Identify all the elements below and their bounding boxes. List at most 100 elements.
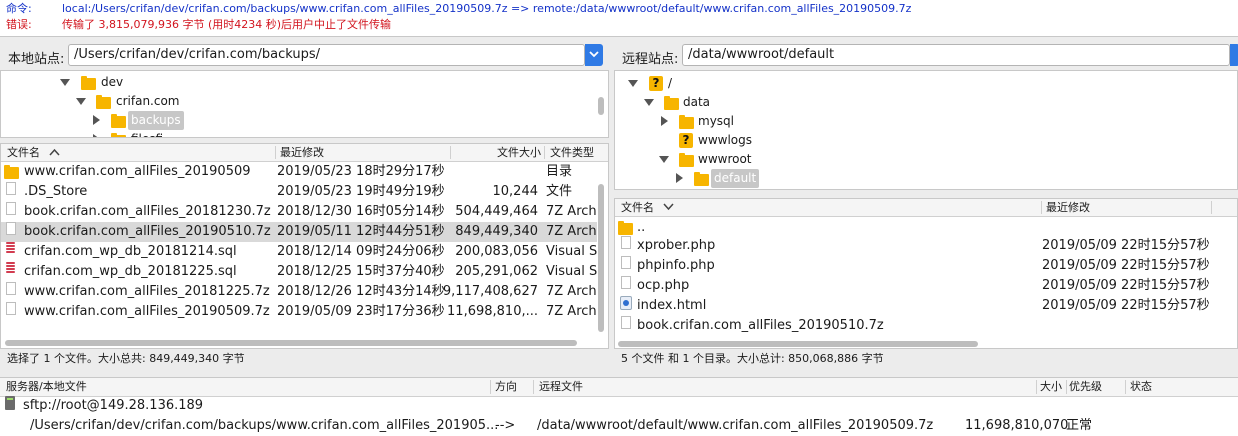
collapse-triangle-icon[interactable]	[659, 156, 669, 163]
file-modified: 2019/05/09 22时15分57秒	[1042, 258, 1210, 273]
file-row[interactable]: www.crifan.com_allFiles_20181225.7z 2018…	[1, 282, 597, 302]
transfer-queue[interactable]: 服务器/本地文件 方向 远程文件 大小 优先级 状态 sftp://root@1…	[0, 377, 1238, 436]
tree-item-crifan-com[interactable]: crifan.com	[1, 92, 601, 111]
remote-file-list[interactable]: 文件名 最近修改 .. xprober.php 2019/05/09 22时15…	[614, 198, 1238, 349]
remote-site-path-input[interactable]: /data/wwwroot/default	[682, 44, 1230, 66]
queue-column-size[interactable]: 大小	[1040, 378, 1062, 396]
local-tree-scrollbar[interactable]	[598, 97, 604, 115]
remote-directory-tree[interactable]: ? / data mysql ? wwwlogs wwwroot default	[614, 70, 1238, 190]
file-size: 504,449,464	[455, 204, 538, 219]
local-site-dropdown-button[interactable]	[585, 44, 603, 66]
file-name: book.crifan.com_allFiles_20190510.7z	[637, 318, 884, 333]
queue-item-remote: /data/wwwroot/default/www.crifan.com_all…	[537, 418, 934, 433]
file-size: 10,244	[492, 184, 539, 199]
column-header-size[interactable]: 文件大小	[497, 144, 541, 161]
sort-descending-icon	[663, 203, 674, 211]
tree-item-dev[interactable]: dev	[1, 73, 601, 92]
file-size: 200,083,056	[455, 244, 538, 259]
tree-item-data[interactable]: data	[615, 93, 1235, 112]
tree-item-mysql[interactable]: mysql	[615, 112, 1235, 131]
local-site-bar: 本地站点: /Users/crifan/dev/crifan.com/backu…	[0, 44, 608, 70]
tree-item-root[interactable]: ? /	[615, 74, 1235, 93]
file-icon	[6, 282, 16, 295]
local-directory-tree[interactable]: dev crifan.com backups filesfi	[0, 70, 609, 138]
file-row[interactable]: crifan.com_wp_db_20181225.sql 2018/12/25…	[1, 262, 597, 282]
file-row-selected[interactable]: book.crifan.com_allFiles_20190510.7z 201…	[1, 222, 597, 242]
tree-item-wwwlogs[interactable]: ? wwwlogs	[615, 131, 1235, 150]
remote-list-horizontal-scrollbar[interactable]	[618, 341, 978, 347]
column-header-filename[interactable]: 文件名	[7, 144, 60, 161]
tree-item-wwwroot[interactable]: wwwroot	[615, 150, 1235, 169]
folder-icon	[4, 165, 19, 179]
file-row[interactable]: www.crifan.com_allFiles_20190509.7z 2019…	[1, 302, 597, 322]
column-header-label: 文件名	[621, 201, 654, 214]
collapse-triangle-icon[interactable]	[76, 98, 86, 105]
expand-triangle-icon[interactable]	[93, 115, 100, 125]
file-icon	[6, 202, 16, 215]
tree-item-filesfi[interactable]: filesfi	[1, 130, 601, 137]
local-list-vertical-scrollbar[interactable]	[598, 184, 604, 332]
file-modified: 2018/12/26 12时43分14秒	[277, 284, 445, 299]
collapse-triangle-icon[interactable]	[644, 99, 654, 106]
file-icon	[621, 276, 631, 289]
expand-triangle-icon[interactable]	[661, 116, 668, 126]
local-site-path-input[interactable]: /Users/crifan/dev/crifan.com/backups/	[68, 44, 585, 66]
file-row[interactable]: .DS_Store 2019/05/23 19时49分19秒 10,244 文件	[1, 182, 597, 202]
file-row[interactable]: book.crifan.com_allFiles_20181230.7z 201…	[1, 202, 597, 222]
collapse-triangle-icon[interactable]	[628, 80, 638, 87]
folder-icon	[81, 76, 96, 90]
folder-icon	[679, 115, 694, 129]
unknown-folder-icon: ?	[679, 133, 693, 148]
column-header-modified[interactable]: 最近修改	[280, 144, 324, 161]
expand-triangle-icon[interactable]	[676, 173, 683, 183]
tree-item-label: data	[683, 95, 711, 109]
tree-item-label: default	[711, 169, 760, 188]
file-icon	[6, 302, 16, 315]
file-icon	[6, 222, 16, 235]
local-file-list[interactable]: 文件名 最近修改 文件大小 文件类型 www.crifan.com_allFil…	[0, 143, 609, 349]
file-row[interactable]: ..	[615, 218, 1235, 238]
queue-column-status[interactable]: 状态	[1130, 378, 1152, 396]
file-row[interactable]: index.html 2019/05/09 22时15分57秒	[615, 296, 1235, 316]
collapse-triangle-icon[interactable]	[60, 79, 70, 86]
expand-triangle-icon[interactable]	[93, 134, 100, 137]
file-name: index.html	[637, 298, 707, 313]
tree-item-backups[interactable]: backups	[1, 111, 601, 130]
file-type: 文件	[546, 184, 573, 199]
column-header-modified[interactable]: 最近修改	[1046, 199, 1090, 216]
file-modified: 2018/12/25 15时37分40秒	[277, 264, 445, 279]
message-log[interactable]: 命令: local:/Users/crifan/dev/crifan.com/b…	[0, 0, 1238, 37]
folder-icon	[694, 172, 709, 186]
queue-column-server-local[interactable]: 服务器/本地文件	[6, 378, 87, 396]
file-row[interactable]: crifan.com_wp_db_20181214.sql 2018/12/14…	[1, 242, 597, 262]
queue-server-row[interactable]: sftp://root@149.28.136.189	[0, 396, 1238, 416]
file-name: www.crifan.com_allFiles_20190509.7z	[24, 304, 270, 319]
file-name: xprober.php	[637, 238, 716, 253]
file-modified: 2019/05/09 22时15分57秒	[1042, 238, 1210, 253]
file-name: phpinfo.php	[637, 258, 715, 273]
queue-item-size: 11,698,810,070	[965, 418, 1069, 433]
column-header-filename[interactable]: 文件名	[621, 199, 674, 216]
file-row[interactable]: ocp.php 2019/05/09 22时15分57秒	[615, 276, 1235, 296]
queue-item-row[interactable]: /Users/crifan/dev/crifan.com/backups/www…	[0, 416, 1238, 436]
tree-item-default[interactable]: default	[615, 169, 1235, 188]
tree-item-label: dev	[101, 75, 124, 89]
file-row[interactable]: xprober.php 2019/05/09 22时15分57秒	[615, 236, 1235, 256]
file-type: Visual S	[546, 244, 598, 259]
file-name: www.crifan.com_allFiles_20190509	[24, 164, 251, 179]
queue-column-direction[interactable]: 方向	[495, 378, 517, 396]
file-icon	[621, 236, 631, 249]
file-row[interactable]: www.crifan.com_allFiles_20190509 2019/05…	[1, 162, 597, 182]
file-row[interactable]: phpinfo.php 2019/05/09 22时15分57秒	[615, 256, 1235, 276]
queue-column-remote[interactable]: 远程文件	[539, 378, 583, 396]
local-status-text: 选择了 1 个文件。大小总共: 849,449,340 字节	[7, 352, 245, 365]
queue-column-priority[interactable]: 优先级	[1069, 378, 1102, 396]
tree-item-label: filesfi	[131, 130, 163, 137]
file-name: book.crifan.com_allFiles_20190510.7z	[24, 224, 271, 239]
file-row[interactable]: book.crifan.com_allFiles_20190510.7z	[615, 316, 1235, 336]
local-list-horizontal-scrollbar[interactable]	[5, 340, 577, 346]
file-type: Visual S	[546, 264, 598, 279]
column-header-type[interactable]: 文件类型	[550, 144, 594, 161]
remote-site-dropdown-button[interactable]	[1230, 44, 1238, 66]
file-size: 11,698,810,...	[447, 304, 538, 319]
